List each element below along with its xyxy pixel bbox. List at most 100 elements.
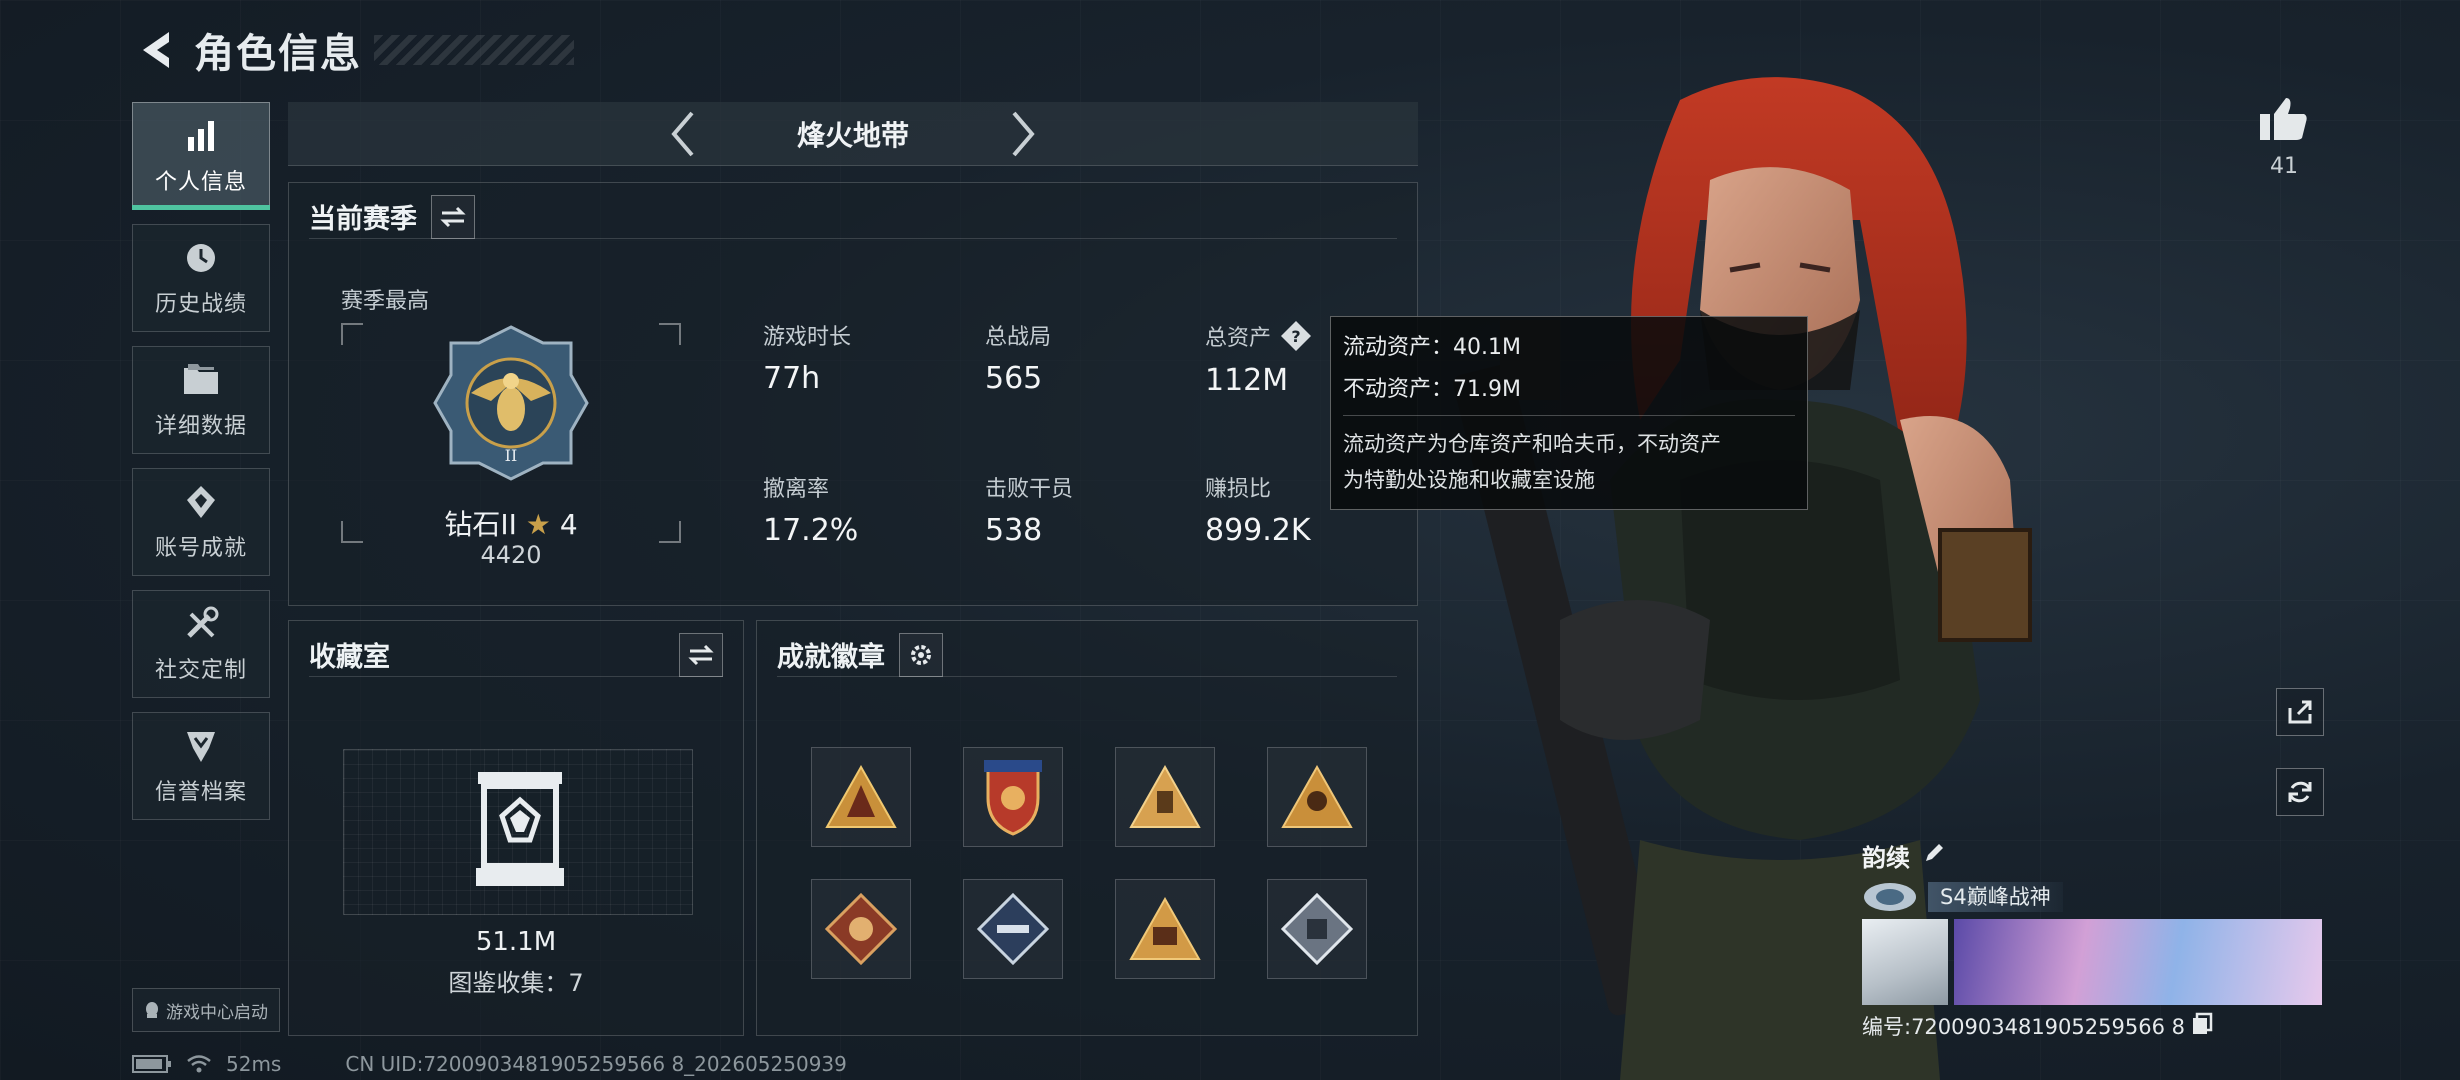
badge-item[interactable]	[811, 879, 911, 979]
badge-item[interactable]	[811, 747, 911, 847]
sidebar-item-history[interactable]: 历史战绩	[132, 224, 270, 332]
stat-total-matches: 总战局 565	[985, 325, 1052, 396]
back-arrow-icon	[143, 32, 169, 68]
badge-item[interactable]	[1115, 747, 1215, 847]
player-name: 韵续	[1862, 844, 1910, 872]
badge-grid	[811, 747, 1367, 979]
sidebar-item-reputation[interactable]: 信誉档案	[132, 712, 270, 820]
avatar[interactable]	[1862, 919, 1948, 1005]
tooltip-description-line1: 流动资产为仓库资产和哈夫币，不动资产	[1343, 432, 1721, 456]
player-profile: 韵续 S4巅峰战神 编号:7200903481905259566 8	[1862, 838, 2322, 1041]
badge-item[interactable]	[963, 747, 1063, 847]
collection-panel-header: 收藏室	[309, 632, 723, 677]
sidebar-item-label: 信誉档案	[154, 780, 247, 805]
sidebar: 个人信息 历史战绩 详细数据 账号成就 社交定制 信誉档案	[132, 102, 270, 834]
sidebar-item-label: 账号成就	[154, 536, 247, 561]
like-count: 41	[2270, 154, 2298, 179]
season-panel-header: 当前赛季	[309, 194, 1397, 239]
shield-badge-icon	[984, 760, 1042, 836]
back-button[interactable]	[130, 25, 180, 75]
game-center-button[interactable]: 游戏中心启动	[132, 988, 280, 1032]
mode-title: 烽火地带	[796, 118, 909, 152]
sidebar-item-label: 详细数据	[154, 414, 247, 439]
svg-text:II: II	[505, 446, 518, 465]
thumbs-up-icon	[2260, 98, 2307, 140]
collection-panel: 收藏室 51.1M 图鉴收集：7	[288, 620, 744, 1036]
sidebar-item-label: 历史战绩	[154, 292, 247, 317]
share-button[interactable]	[2276, 688, 2324, 736]
name-card-banner[interactable]	[1953, 919, 2322, 1005]
page-header: 角色信息	[130, 20, 574, 80]
player-id-row: 编号:7200903481905259566 8	[1862, 1011, 2322, 1041]
rank-name: 钻石II ★ 4	[444, 508, 578, 541]
reputation-icon	[181, 726, 221, 766]
triangle-badge-icon	[1129, 897, 1201, 960]
collection-showcase[interactable]	[343, 749, 693, 915]
cn-uid: CN UID:7200903481905259566 8_20260525093…	[345, 1052, 847, 1076]
share-icon	[2288, 700, 2312, 724]
copy-id-button[interactable]	[2191, 1012, 2213, 1041]
sidebar-item-label: 社交定制	[154, 658, 247, 683]
collection-switch-button[interactable]	[679, 632, 723, 677]
stat-extraction-rate: 撤离率 17.2%	[763, 477, 859, 548]
diamond-badge-icon	[977, 893, 1049, 965]
mode-selector: 烽火地带	[288, 102, 1418, 166]
badges-panel: 成就徽章	[756, 620, 1418, 1036]
player-title: S4巅峰战神	[1928, 882, 2063, 912]
season-best-label: 赛季最高	[341, 289, 430, 314]
rank-badge-icon: II	[433, 325, 589, 481]
collection-title: 收藏室	[309, 642, 390, 673]
badges-title: 成就徽章	[777, 642, 885, 673]
copy-icon	[2192, 1012, 2213, 1034]
stat-kills: 击败干员 538	[985, 477, 1074, 548]
badge-item[interactable]	[963, 879, 1063, 979]
triangle-badge-icon	[1281, 765, 1353, 828]
page-title: 角色信息	[194, 31, 362, 77]
stat-play-time: 游戏时长 77h	[763, 325, 852, 396]
sidebar-item-detail-data[interactable]: 详细数据	[132, 346, 270, 454]
bar-chart-icon	[181, 116, 221, 156]
diamond-badge-icon	[825, 893, 897, 965]
display-case-icon	[476, 772, 564, 886]
collection-value: 51.1M	[475, 927, 557, 957]
status-bar: 52ms CN UID:7200903481905259566 8_202605…	[132, 1052, 847, 1076]
badge-item[interactable]	[1115, 879, 1215, 979]
mode-prev-button[interactable]	[653, 104, 713, 164]
triangle-badge-icon	[1129, 765, 1201, 828]
chevron-right-icon	[1012, 111, 1035, 156]
season-title: 当前赛季	[309, 204, 417, 235]
stat-label: 总资产	[1205, 326, 1272, 351]
mode-next-button[interactable]	[993, 104, 1053, 164]
player-title-row: S4巅峰战神	[1862, 881, 2322, 913]
sidebar-item-social[interactable]: 社交定制	[132, 590, 270, 698]
like-button[interactable]: 41	[2256, 96, 2312, 179]
badges-panel-header: 成就徽章	[777, 632, 1397, 677]
season-switch-button[interactable]	[431, 194, 475, 239]
badge-item[interactable]	[1267, 879, 1367, 979]
tooltip-liquid-assets: 流动资产：40.1M	[1343, 335, 1521, 360]
sidebar-item-label: 个人信息	[154, 170, 247, 195]
refresh-icon	[2288, 781, 2312, 803]
player-cards	[1862, 919, 2322, 1005]
rank-score: 4420	[480, 541, 542, 569]
gear-icon	[911, 644, 931, 665]
refresh-button[interactable]	[2276, 768, 2324, 816]
diamond-badge-icon	[1281, 893, 1353, 965]
svg-text:?: ?	[1291, 327, 1300, 346]
achievement-icon	[181, 482, 221, 522]
folder-icon	[181, 360, 221, 400]
sidebar-item-achievements[interactable]: 账号成就	[132, 468, 270, 576]
title-decoration	[374, 35, 574, 65]
qq-icon	[146, 1002, 158, 1018]
collection-count: 图鉴收集：7	[448, 969, 584, 997]
swap-icon	[688, 644, 714, 665]
ping-value: 52ms	[226, 1052, 282, 1076]
help-icon[interactable]: ?	[1279, 319, 1313, 353]
badge-item[interactable]	[1267, 747, 1367, 847]
game-center-label: 游戏中心启动	[166, 1002, 268, 1023]
edit-name-button[interactable]	[1922, 841, 1946, 871]
swap-icon	[440, 206, 466, 227]
sidebar-item-personal-info[interactable]: 个人信息	[132, 102, 270, 210]
wifi-icon	[187, 1055, 211, 1073]
badges-settings-button[interactable]	[899, 632, 943, 677]
